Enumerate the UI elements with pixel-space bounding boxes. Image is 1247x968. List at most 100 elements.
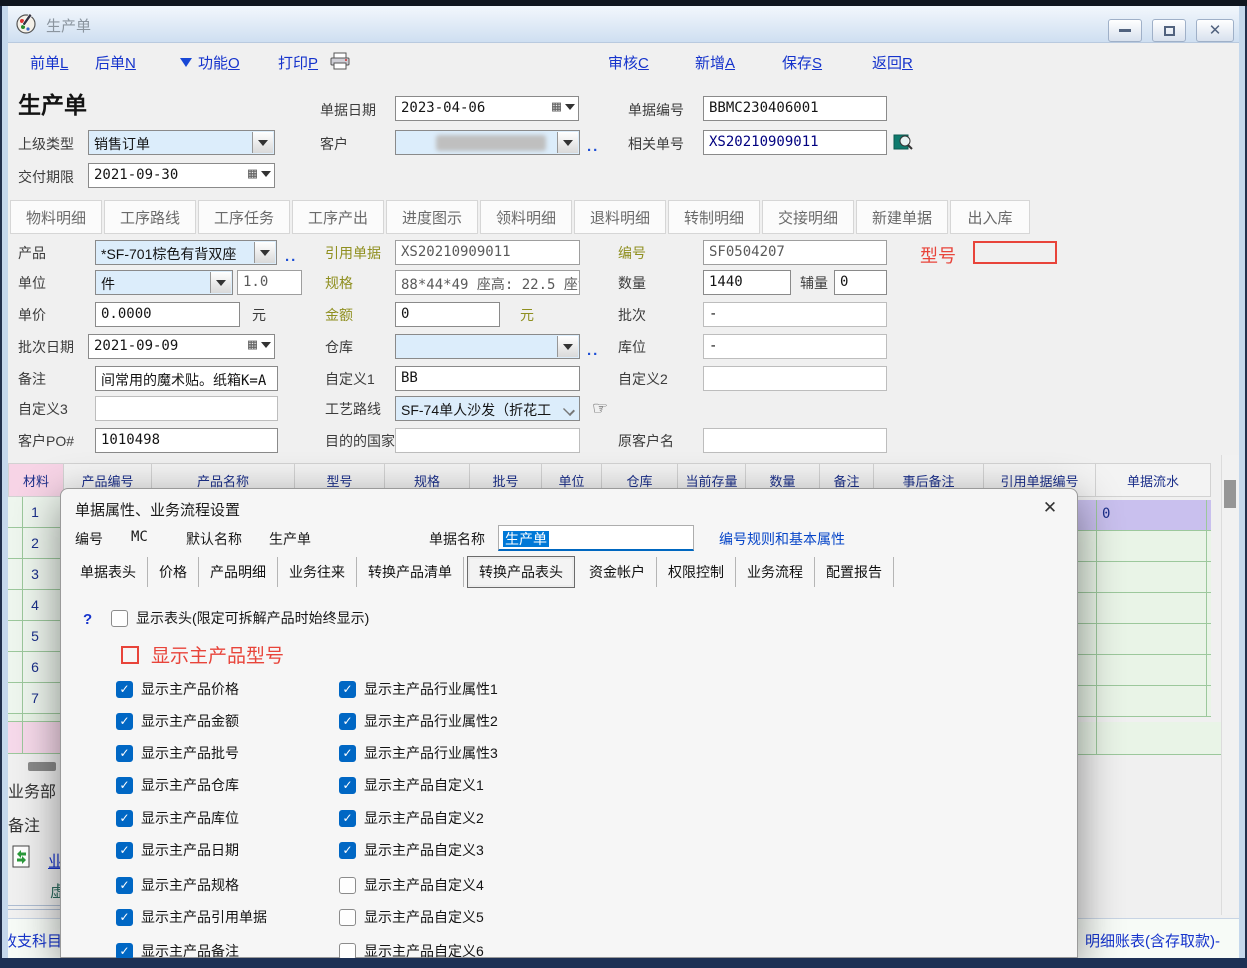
row-number-5[interactable]: 5 [8, 621, 62, 652]
customer-po-input[interactable]: 1010498 [95, 428, 278, 453]
audit-button[interactable]: 审核C [608, 52, 649, 73]
price-input[interactable]: 0.0000 [95, 302, 240, 327]
tab-material-detail[interactable]: 物料明细 [10, 200, 102, 234]
checkbox-label[interactable]: 显示主产品批号 [141, 743, 239, 763]
check-main-batch[interactable]: 显示主产品批号 [116, 743, 239, 763]
dialog-tab-workflow[interactable]: 业务流程 [736, 557, 815, 587]
checkbox-label[interactable]: 显示主产品行业属性2 [364, 711, 498, 731]
print-button[interactable]: 打印P [278, 52, 318, 73]
check-custom2[interactable]: 显示主产品自定义2 [339, 808, 484, 828]
row-number-6[interactable]: 6 [8, 652, 62, 683]
dialog-tab-business[interactable]: 业务往来 [278, 557, 357, 587]
check-main-amount[interactable]: 显示主产品金额 [116, 711, 239, 731]
check-main-date[interactable]: 显示主产品日期 [116, 840, 239, 860]
check-custom3[interactable]: 显示主产品自定义3 [339, 840, 484, 860]
save-button[interactable]: 保存S [782, 52, 822, 73]
checkbox[interactable] [339, 943, 356, 960]
tab-process-route[interactable]: 工序路线 [104, 200, 196, 234]
grid-row[interactable] [1078, 686, 1211, 717]
hand-pointer-icon[interactable]: ☞ [592, 398, 608, 419]
grid-row[interactable] [1078, 593, 1211, 624]
checkbox-label[interactable]: 显示表头(限定可拆解产品时始终显示) [136, 608, 369, 628]
checkbox-label[interactable]: 显示主产品自定义4 [364, 875, 484, 895]
show-model-checkbox-row[interactable]: 显示主产品型号 [121, 641, 284, 668]
combo-arrow-icon[interactable] [557, 336, 578, 357]
numbering-rules-link[interactable]: 编号规则和基本属性 [719, 529, 845, 549]
doc-name-input[interactable]: 生产单 [498, 525, 694, 551]
amount-input[interactable]: 0 [395, 302, 500, 327]
check-attr1[interactable]: 显示主产品行业属性1 [339, 679, 498, 699]
check-attr2[interactable]: 显示主产品行业属性2 [339, 711, 498, 731]
functions-dropdown-icon[interactable] [180, 58, 192, 67]
minimize-button[interactable] [1108, 19, 1142, 42]
check-main-price[interactable]: 显示主产品价格 [116, 679, 239, 699]
calendar-icon[interactable]: ▦ [552, 99, 575, 114]
check-main-spec[interactable]: 显示主产品规格 [116, 875, 239, 895]
functions-button[interactable]: 功能O [198, 52, 240, 73]
spec-input[interactable]: 88*44*49 座高: 22.5 座深 [395, 270, 580, 295]
location-input[interactable]: - [703, 334, 887, 359]
grid-row[interactable] [1078, 624, 1211, 655]
custom3-input[interactable] [95, 396, 278, 421]
deadline-input[interactable]: 2021-09-30 ▦ [88, 163, 275, 188]
bottom-link-accounts[interactable]: 收支科目 [2, 930, 62, 951]
checkbox[interactable] [339, 909, 356, 926]
checkbox-label[interactable]: 显示主产品自定义5 [364, 907, 484, 927]
customer-combo[interactable] [395, 130, 580, 155]
check-main-warehouse[interactable]: 显示主产品仓库 [116, 775, 239, 795]
tab-process-task[interactable]: 工序任务 [198, 200, 290, 234]
checkbox[interactable] [339, 777, 356, 794]
unit-combo[interactable]: 件 [95, 270, 233, 295]
doc-date-input[interactable]: 2023-04-06 ▦ [395, 96, 579, 121]
check-custom4[interactable]: 显示主产品自定义4 [339, 875, 484, 895]
checkbox[interactable] [116, 681, 133, 698]
maximize-button[interactable] [1152, 19, 1186, 42]
checkbox-label[interactable]: 显示主产品引用单据 [141, 907, 267, 927]
row-number-3[interactable]: 3 [8, 559, 62, 590]
dialog-close-button[interactable]: ✕ [1037, 495, 1063, 521]
model-input[interactable] [973, 241, 1057, 264]
dialog-tab-permission[interactable]: 权限控制 [657, 557, 736, 587]
checkbox-label[interactable]: 显示主产品行业属性1 [364, 679, 498, 699]
dialog-tab-price[interactable]: 价格 [148, 557, 199, 587]
checkbox[interactable] [339, 877, 356, 894]
row-number-7[interactable]: 7 [8, 683, 62, 714]
check-main-refdoc[interactable]: 显示主产品引用单据 [116, 907, 267, 927]
doc-no-input[interactable]: BBMC230406001 [703, 96, 887, 121]
checkbox[interactable] [116, 810, 133, 827]
check-custom1[interactable]: 显示主产品自定义1 [339, 775, 484, 795]
combo-arrow-icon[interactable] [210, 272, 231, 293]
dialog-tab-fund-account[interactable]: 资金帐户 [578, 557, 657, 587]
checkbox[interactable] [116, 777, 133, 794]
dest-country-input[interactable] [395, 428, 580, 453]
product-more-button[interactable]: .. [285, 248, 297, 265]
unit-factor-input[interactable]: 1.0 [237, 270, 302, 295]
check-attr3[interactable]: 显示主产品行业属性3 [339, 743, 498, 763]
combo-arrow-icon[interactable] [252, 132, 273, 153]
add-new-button[interactable]: 新增A [695, 52, 735, 73]
dialog-tab-report-config[interactable]: 配置报告 [815, 557, 894, 587]
checkbox-label[interactable]: 显示主产品日期 [141, 840, 239, 860]
customer-more-button[interactable]: .. [587, 138, 599, 155]
checkbox-label[interactable]: 显示主产品金额 [141, 711, 239, 731]
dialog-tab-doc-header[interactable]: 单据表头 [69, 557, 148, 587]
row-number-4[interactable]: 4 [8, 590, 62, 621]
grid-selected-row[interactable]: 0 [1078, 500, 1211, 531]
help-icon[interactable]: ? [83, 611, 92, 628]
checkbox-label[interactable]: 显示主产品自定义3 [364, 840, 484, 860]
check-custom5[interactable]: 显示主产品自定义5 [339, 907, 484, 927]
orig-customer-input[interactable] [703, 428, 887, 453]
calendar-icon[interactable]: ▦ [248, 337, 271, 352]
combo-arrow-icon[interactable] [557, 132, 578, 153]
grid-row[interactable] [1078, 562, 1211, 593]
printer-icon[interactable] [330, 52, 350, 70]
parent-type-combo[interactable]: 销售订单 [88, 130, 275, 155]
bottom-link-ledger[interactable]: 明细账表(含存取款)- [1085, 930, 1220, 951]
checkbox[interactable] [116, 943, 133, 960]
tab-progress-chart[interactable]: 进度图示 [386, 200, 478, 234]
next-doc-button[interactable]: 后单N [95, 52, 136, 73]
checkbox-label[interactable]: 显示主产品自定义2 [364, 808, 484, 828]
custom1-input[interactable]: BB [395, 366, 580, 391]
grid-row[interactable] [1078, 655, 1211, 686]
grid-new-row[interactable] [8, 722, 62, 754]
